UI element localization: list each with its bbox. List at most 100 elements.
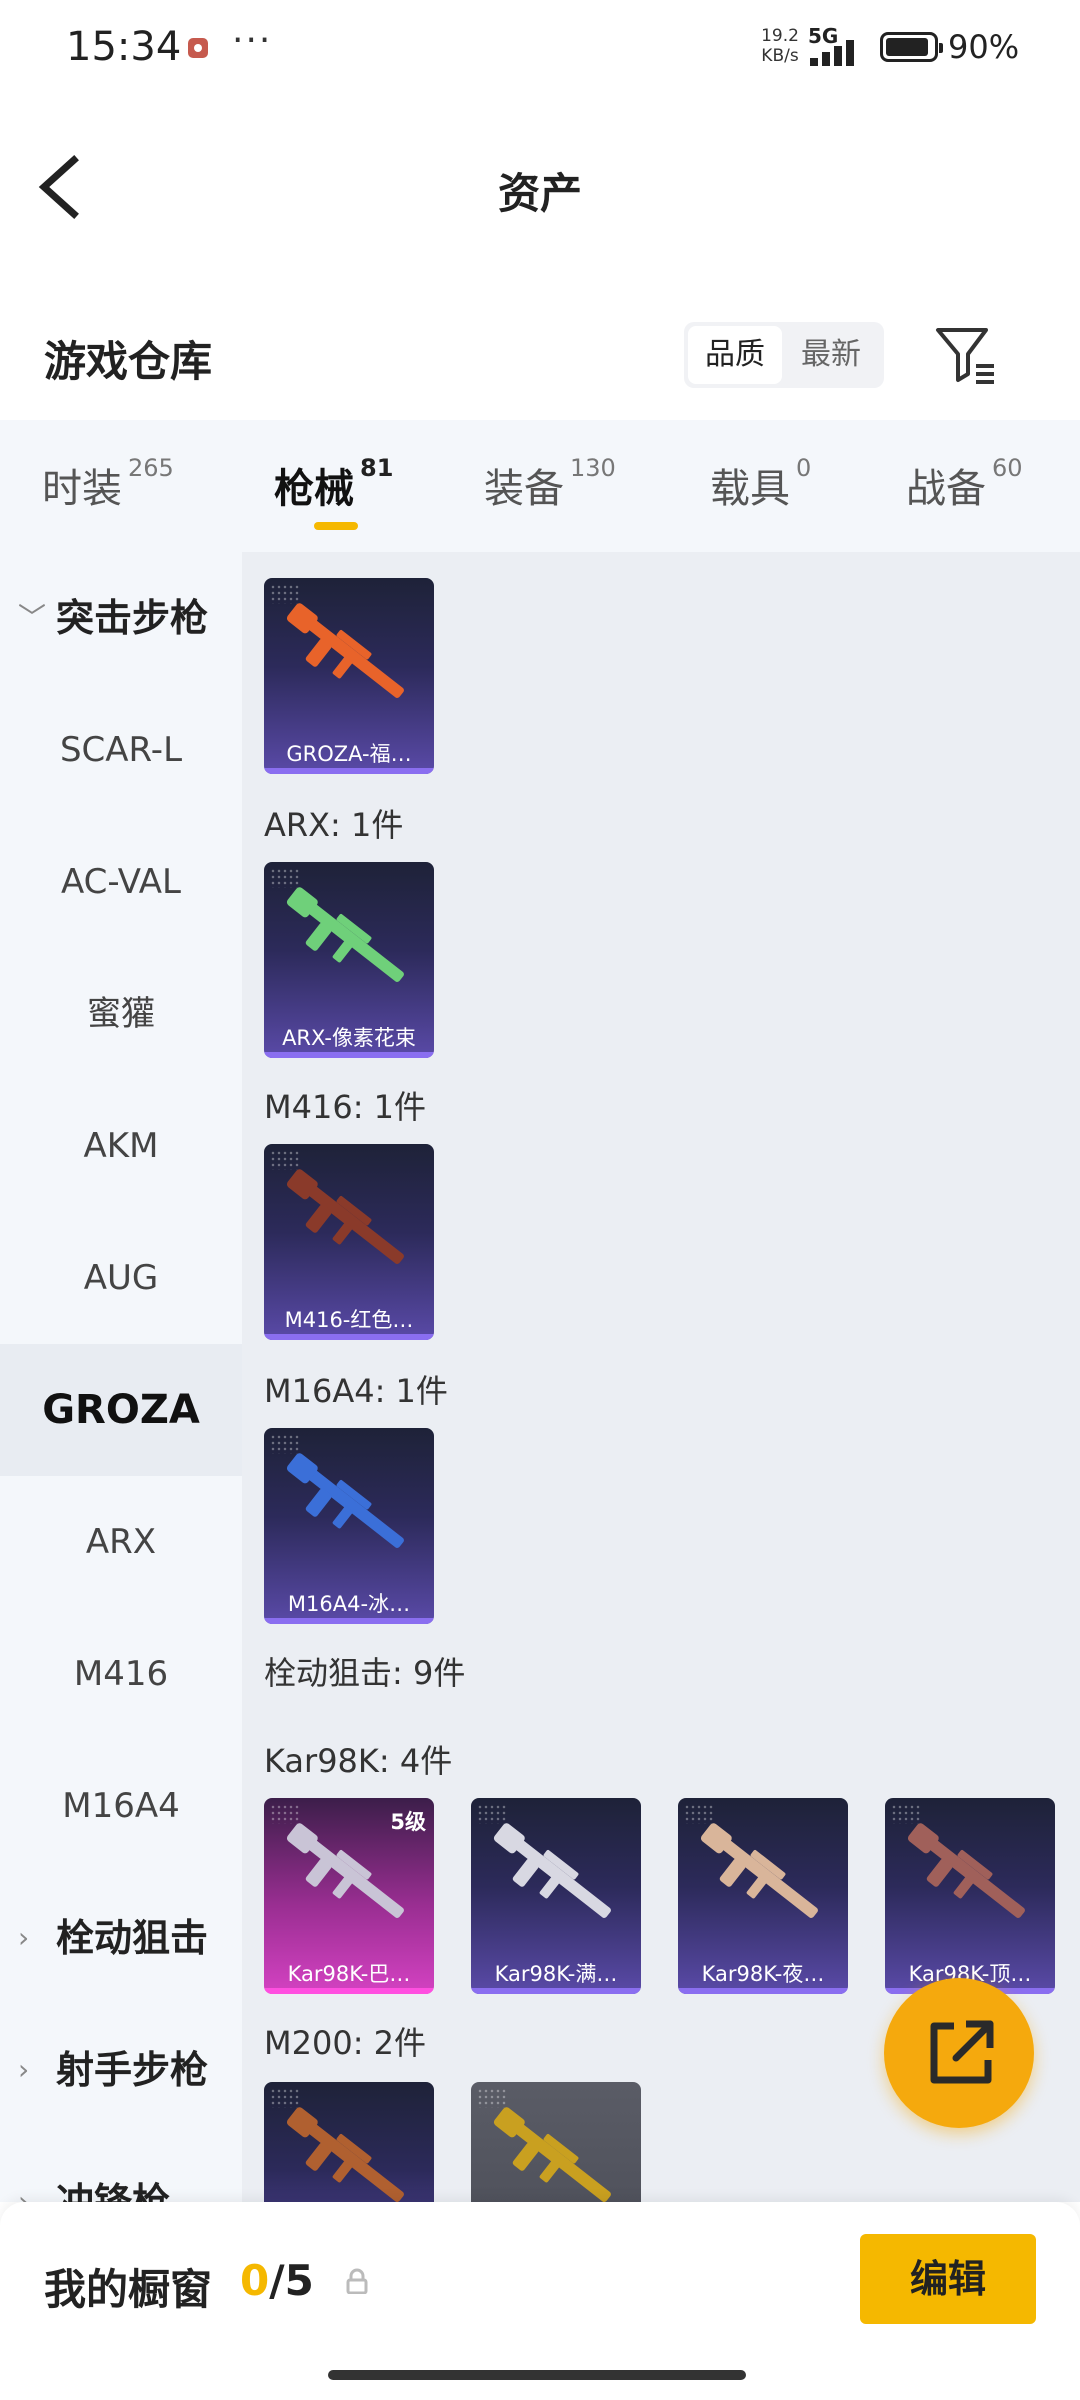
filter-icon[interactable] — [932, 322, 998, 388]
sidebar-item-ac-val[interactable]: AC-VAL — [0, 816, 242, 948]
battery-percent: 90% — [948, 28, 1020, 66]
sidebar-item-label: 栓动狙击 — [56, 1916, 209, 1960]
sidebar: ﹀ 突击步枪 SCAR-L AC-VAL 蜜獾 AKM AUG GROZA ARX… — [0, 552, 242, 2202]
item-name: GROZA-福… — [286, 742, 412, 766]
item-card[interactable]: M416-红色… — [264, 1144, 434, 1340]
tab-count: 81 — [360, 454, 394, 482]
quality-bar — [264, 1618, 434, 1624]
tab-count: 130 — [570, 454, 616, 482]
tab-label: 枪械 — [274, 466, 354, 512]
item-name: M416-红色… — [284, 1308, 414, 1332]
sort-option-quality[interactable]: 品质 — [688, 326, 782, 384]
item-grid: GROZA-福… ARX: 1件 ARX-像素花束 M416: 1件 M416-… — [242, 552, 1080, 2202]
sidebar-group-bolt-sniper[interactable]: › 栓动狙击 — [0, 1872, 242, 2004]
item-name: ARX-像素花束 — [282, 1026, 416, 1050]
tab-battle-supplies[interactable]: 战备 60 — [906, 454, 1023, 514]
showcase-count-total: /5 — [269, 2256, 314, 2305]
section-title: Kar98K: 4件 — [264, 1742, 453, 1780]
sort-option-newest[interactable]: 最新 — [784, 326, 878, 384]
active-tab-indicator — [314, 522, 358, 530]
chevron-right-icon: › — [18, 2185, 30, 2202]
lock-icon — [346, 2268, 368, 2294]
tab-label: 战备 — [906, 466, 986, 512]
item-name: Kar98K-夜… — [701, 1962, 825, 1986]
more-notifications-icon: ··· — [232, 20, 273, 61]
quality-bar — [678, 1988, 848, 1994]
sidebar-item-groza[interactable]: GROZA — [0, 1344, 242, 1476]
sidebar-group-smg[interactable]: › 冲锋枪 — [0, 2136, 242, 2202]
tab-count: 265 — [128, 454, 174, 482]
item-card[interactable] — [264, 2082, 434, 2202]
item-card[interactable]: Kar98K-满… — [471, 1798, 641, 1994]
sidebar-item-label: 冲锋枪 — [56, 2180, 171, 2202]
sidebar-item-arx[interactable]: ARX — [0, 1476, 242, 1608]
item-card[interactable]: GROZA-福… — [264, 578, 434, 774]
item-card[interactable]: M16A4-冰… — [264, 1428, 434, 1624]
sidebar-item-m416[interactable]: M416 — [0, 1608, 242, 1740]
tab-count: 60 — [992, 454, 1023, 482]
showcase-label: 我的橱窗 — [44, 2265, 213, 2314]
chevron-right-icon: › — [18, 2053, 30, 2086]
sort-toggle: 品质 最新 — [684, 322, 884, 388]
weapon-skin-image — [700, 1823, 818, 1918]
sidebar-item-akm[interactable]: AKM — [0, 1080, 242, 1212]
weapon-skin-image — [286, 1823, 404, 1918]
item-name: M16A4-冰… — [287, 1592, 411, 1616]
warehouse-title: 游戏仓库 — [44, 337, 213, 386]
tab-fashion[interactable]: 时装 265 — [42, 454, 174, 514]
sidebar-item-scar-l[interactable]: SCAR-L — [0, 684, 242, 816]
page-title: 资产 — [497, 169, 582, 218]
weapon-skin-image — [493, 1823, 611, 1918]
quality-bar — [264, 1988, 434, 1994]
sidebar-group-assault-rifles[interactable]: ﹀ 突击步枪 — [0, 552, 242, 684]
weapon-skin-image — [286, 603, 404, 698]
share-external-icon — [930, 2020, 994, 2084]
item-card[interactable]: Kar98K-顶… — [885, 1798, 1055, 1994]
item-card[interactable] — [471, 2082, 641, 2202]
weapon-skin-image — [493, 2107, 611, 2202]
item-card[interactable]: 5级 Kar98K-巴… — [264, 1798, 434, 1994]
app-notification-icon — [188, 38, 208, 58]
sidebar-group-marksman-rifles[interactable]: › 射手步枪 — [0, 2004, 242, 2136]
quality-bar — [264, 1334, 434, 1340]
sidebar-item-honey-badger[interactable]: 蜜獾 — [0, 948, 242, 1080]
network-speed: 19.2 KB/s — [758, 26, 802, 66]
status-time: 15:34 — [66, 24, 182, 70]
tab-vehicles[interactable]: 载具 0 — [710, 454, 811, 514]
edit-button[interactable]: 编辑 — [860, 2234, 1036, 2324]
tab-equipment[interactable]: 装备 130 — [484, 454, 616, 514]
weapon-skin-image — [286, 887, 404, 982]
tab-firearms[interactable]: 枪械 81 — [274, 454, 394, 514]
section-title: M416: 1件 — [264, 1088, 427, 1126]
tab-label: 时装 — [42, 466, 122, 512]
network-speed-value: 19.2 — [761, 26, 799, 46]
quality-bar — [264, 768, 434, 774]
section-title: M200: 2件 — [264, 2024, 427, 2062]
section-title: 栓动狙击: 9件 — [264, 1654, 466, 1692]
home-indicator[interactable] — [328, 2370, 746, 2380]
showcase-count-current: 0 — [240, 2256, 270, 2305]
tab-label: 装备 — [484, 466, 564, 512]
status-bar: 15:34 ··· 19.2 KB/s 5G 90% — [0, 0, 1080, 100]
chevron-down-icon: ﹀ — [18, 601, 47, 634]
weapon-skin-image — [286, 1169, 404, 1264]
item-card[interactable]: ARX-像素花束 — [264, 862, 434, 1058]
sidebar-item-aug[interactable]: AUG — [0, 1212, 242, 1344]
item-card[interactable]: Kar98K-夜… — [678, 1798, 848, 1994]
section-title: ARX: 1件 — [264, 806, 404, 844]
quality-bar — [264, 1052, 434, 1058]
sidebar-item-label: 突击步枪 — [56, 596, 209, 640]
weapon-skin-image — [286, 1453, 404, 1548]
weapon-skin-image — [907, 1823, 1025, 1918]
network-speed-unit: KB/s — [761, 46, 799, 66]
quality-bar — [471, 1988, 641, 1994]
sidebar-item-m16a4[interactable]: M16A4 — [0, 1740, 242, 1872]
weapon-skin-image — [286, 2107, 404, 2202]
share-fab-button[interactable] — [884, 1978, 1034, 2128]
showcase-count: 0/5 — [240, 2256, 314, 2305]
category-tabs: 时装 265 枪械 81 装备 130 载具 0 战备 60 — [0, 420, 1080, 552]
signal-icon — [810, 40, 854, 66]
battery-icon — [880, 32, 943, 62]
item-name: Kar98K-满… — [494, 1962, 618, 1986]
tab-label: 载具 — [710, 466, 790, 512]
